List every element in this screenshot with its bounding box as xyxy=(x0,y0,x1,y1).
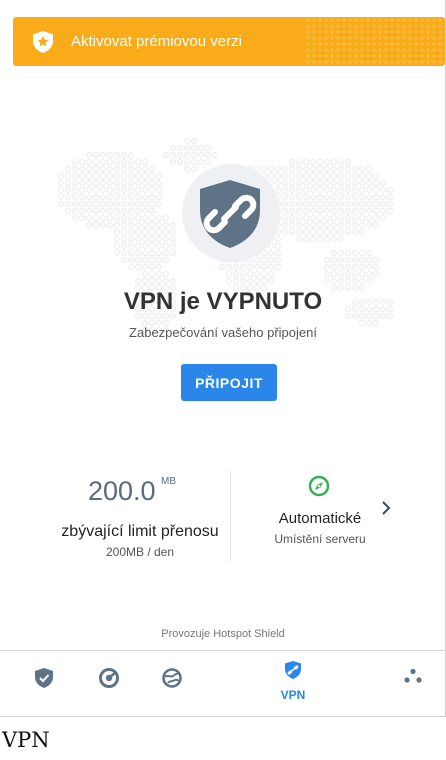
vpn-app-screen: Aktivovat prémiovou verzi VPN je VYPNUTO… xyxy=(0,0,446,716)
vpn-shield-link-icon xyxy=(200,180,260,248)
server-location-sub: Umístění serveru xyxy=(274,532,366,546)
data-limit-unit: MB xyxy=(161,476,176,487)
star-shield-icon xyxy=(33,30,53,53)
data-limit-value: 200.0 xyxy=(88,476,156,506)
nav-browser[interactable] xyxy=(142,651,202,711)
vpn-status-title: VPN je VYPNUTO xyxy=(123,288,323,315)
security-shield-icon xyxy=(35,668,53,688)
premium-banner-label: Aktivovat prémiovou verzi xyxy=(71,33,242,50)
stats-divider xyxy=(230,471,231,561)
banner-dot-pattern xyxy=(305,17,445,66)
nav-more[interactable] xyxy=(383,651,443,711)
vpn-status-subtitle: Zabezpečování vašeho připojení xyxy=(129,325,317,340)
caption-divider xyxy=(0,716,446,717)
browser-globe-icon xyxy=(162,668,182,688)
nav-security[interactable] xyxy=(14,651,74,711)
chevron-right-icon xyxy=(382,501,391,515)
data-limit-label: zbývající limit přenosu xyxy=(61,523,219,540)
nav-speed-test[interactable] xyxy=(79,651,139,711)
compass-icon xyxy=(308,475,330,497)
powered-by-text: Provozuje Hotspot Shield xyxy=(161,628,285,640)
connect-button[interactable]: PŘIPOJIT xyxy=(181,364,277,401)
server-location-selector[interactable]: Automatické Umístění serveru xyxy=(236,470,436,560)
premium-banner[interactable]: Aktivovat prémiovou verzi xyxy=(13,17,445,66)
data-limit-sub: 200MB / den xyxy=(105,545,175,559)
more-dots-icon xyxy=(404,668,422,683)
vpn-link-icon xyxy=(285,661,301,679)
nav-vpn-label: VPN xyxy=(280,688,306,702)
screen-caption: VPN xyxy=(2,728,50,752)
speed-test-icon xyxy=(99,668,119,688)
bottom-navigation: VPN xyxy=(0,651,446,711)
server-location-label: Automatické xyxy=(278,510,362,527)
nav-vpn[interactable]: VPN xyxy=(263,651,323,711)
